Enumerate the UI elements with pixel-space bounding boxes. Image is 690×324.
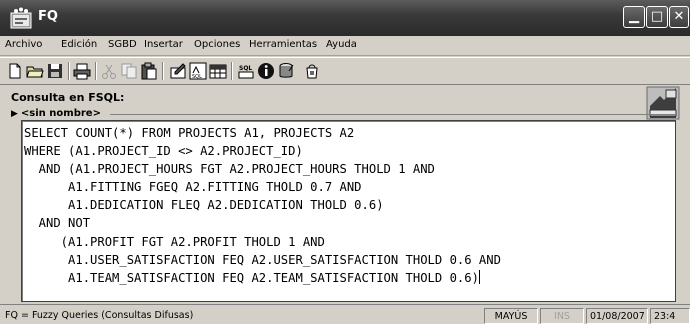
status-date: 01/08/2007 [586, 308, 648, 324]
toolbar-separator [68, 62, 70, 80]
table-icon [209, 64, 227, 79]
svg-text:SQL: SQL [239, 65, 252, 72]
copy-icon [121, 63, 137, 79]
query-text: SELECT COUNT(*) FROM PROJECTS A1, PROJEC… [24, 126, 501, 285]
table-button[interactable] [208, 61, 228, 81]
menu-herramientas[interactable]: Herramientas [249, 39, 317, 50]
save-button[interactable] [45, 61, 65, 81]
paste-button[interactable] [139, 61, 159, 81]
database-icon [279, 63, 294, 78]
query-tab-label: <sin nombre> [20, 108, 101, 119]
save-disk-icon [48, 64, 62, 78]
toolbar-separator [95, 62, 97, 80]
sql-script-icon: SQL [238, 65, 254, 79]
status-time: 23:4 [650, 308, 690, 324]
minimize-button[interactable]: ▁ [623, 6, 645, 28]
title-bar[interactable]: FQ ▁ □ ✕ [0, 0, 690, 36]
menu-bar: Archivo Edición SGBD Insertar Opciones H… [0, 36, 690, 56]
maximize-button[interactable]: □ [646, 6, 668, 28]
sql-script-button[interactable]: SQL [236, 61, 256, 81]
run-button[interactable] [302, 61, 322, 81]
menu-archivo[interactable]: Archivo [5, 39, 42, 50]
info-button[interactable] [256, 61, 276, 81]
print-icon [73, 63, 91, 80]
toolbar-separator [162, 62, 164, 80]
menu-edicion[interactable]: Edición [61, 39, 97, 50]
svg-text:SQL: SQL [192, 74, 202, 80]
close-icon: ✕ [673, 9, 685, 24]
app-window: FQ ▁ □ ✕ Archivo Edición SGBD Insertar O… [0, 0, 690, 324]
menu-insertar[interactable]: Insertar [144, 39, 183, 50]
cut-button[interactable] [99, 61, 119, 81]
close-button[interactable]: ✕ [669, 6, 689, 28]
status-bar: FQ = Fuzzy Queries (Consultas Difusas) M… [0, 304, 690, 324]
menu-ayuda[interactable]: Ayuda [326, 39, 357, 50]
window-title: FQ [38, 9, 58, 24]
query-label: Consulta en FSQL: [11, 91, 125, 104]
status-main-text: FQ = Fuzzy Queries (Consultas Difusas) [5, 310, 194, 321]
maximize-icon: □ [650, 9, 664, 24]
tab-divider [110, 114, 676, 115]
toolbar-separator [231, 62, 233, 80]
toolbar: SQL SQL [0, 57, 690, 85]
new-document-button[interactable] [5, 61, 25, 81]
run-icon [306, 64, 318, 79]
open-folder-button[interactable] [25, 61, 45, 81]
edit-query-icon [170, 63, 186, 79]
query-tab[interactable]: ▶ <sin nombre> [11, 108, 101, 119]
edit-query-button[interactable] [168, 61, 188, 81]
print-button[interactable] [72, 61, 92, 81]
copy-button[interactable] [119, 61, 139, 81]
minimize-icon: ▁ [629, 9, 639, 24]
new-document-icon [9, 63, 21, 79]
app-snow-icon[interactable] [10, 7, 32, 29]
text-caret [478, 269, 480, 284]
tab-arrow-icon: ▶ [11, 109, 18, 119]
status-insert: INS [540, 308, 584, 324]
menu-opciones[interactable]: Opciones [194, 39, 240, 50]
query-editor[interactable]: SELECT COUNT(*) FROM PROJECTS A1, PROJEC… [21, 120, 676, 302]
sql-button[interactable]: SQL [188, 61, 208, 81]
open-folder-icon [26, 66, 44, 78]
info-icon [258, 63, 274, 79]
sql-icon: SQL [189, 62, 207, 80]
menu-sgbd[interactable]: SGBD [108, 39, 137, 50]
status-caps: MAYÚS [484, 308, 538, 324]
paste-icon [141, 62, 157, 80]
cut-icon [102, 64, 116, 79]
database-button[interactable] [276, 61, 296, 81]
